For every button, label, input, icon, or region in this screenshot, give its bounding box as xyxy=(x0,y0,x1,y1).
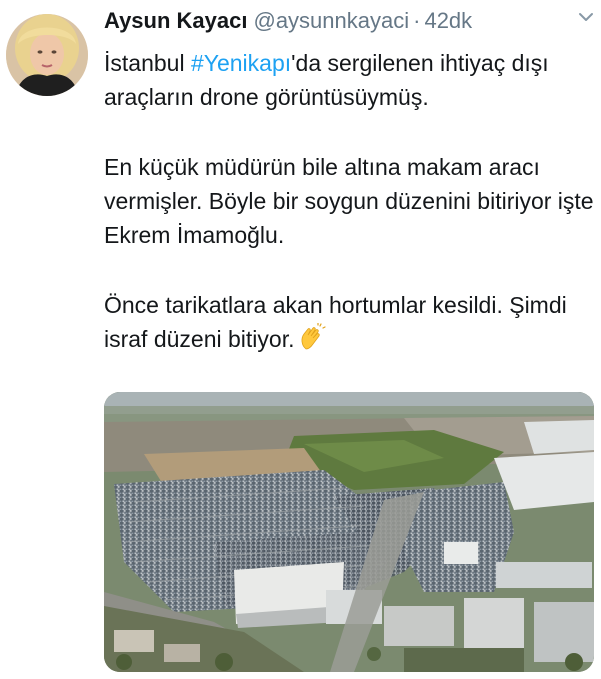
author-name[interactable]: Aysun Kayacı xyxy=(104,8,247,34)
tweet-text: İstanbul #Yenikapı'da sergilenen ihtiyaç… xyxy=(104,46,594,360)
paragraph-text: İstanbul xyxy=(104,50,191,76)
avatar[interactable] xyxy=(6,14,88,96)
tweet-header: Aysun Kayacı @aysunnkayaci · 42dk xyxy=(104,8,594,42)
hashtag-link[interactable]: #Yenikapı xyxy=(191,50,291,76)
tweet[interactable]: Aysun Kayacı @aysunnkayaci · 42dk İstanb… xyxy=(0,0,601,679)
clapping-hands-icon xyxy=(298,322,327,360)
separator-dot: · xyxy=(413,8,421,33)
tweet-paragraph-1: İstanbul #Yenikapı'da sergilenen ihtiyaç… xyxy=(104,46,594,114)
tweet-content: Aysun Kayacı @aysunnkayaci · 42dk İstanb… xyxy=(104,8,594,360)
tweet-paragraph-2: En küçük müdürün bile altına makam aracı… xyxy=(104,150,594,252)
chevron-down-icon[interactable] xyxy=(575,6,597,28)
tweet-media-photo[interactable] xyxy=(104,392,594,672)
timestamp[interactable]: 42dk xyxy=(424,8,472,34)
tweet-paragraph-3: Önce tarikatlara akan hortumlar kesildi.… xyxy=(104,288,594,360)
author-handle[interactable]: @aysunnkayaci xyxy=(253,8,409,34)
paragraph-text: Önce tarikatlara akan hortumlar kesildi.… xyxy=(104,292,567,352)
paragraph-text: En küçük müdürün bile altına makam aracı… xyxy=(104,154,594,248)
